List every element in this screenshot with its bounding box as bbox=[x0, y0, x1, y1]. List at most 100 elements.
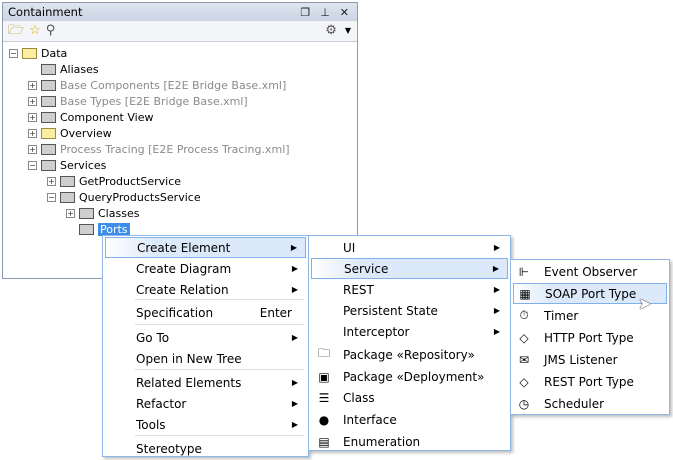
tree-node[interactable]: + Component View bbox=[28, 109, 153, 125]
menu-item-label: Open in New Tree bbox=[136, 351, 242, 366]
tree-node-label: Data bbox=[41, 46, 68, 60]
menu-item[interactable]: Persistent State ▶ bbox=[311, 300, 508, 321]
tree-node[interactable]: + Classes bbox=[66, 205, 139, 221]
submenu-arrow-icon: ▶ bbox=[291, 333, 298, 342]
menu-item[interactable]: Open in New Tree bbox=[105, 348, 306, 369]
expand-icon[interactable]: + bbox=[28, 112, 37, 122]
menu-item[interactable]: ● Interface bbox=[311, 409, 508, 430]
menu-item-label: Package «Repository» bbox=[343, 347, 475, 362]
submenu-arrow-icon: ▶ bbox=[291, 420, 298, 429]
menu-item[interactable]: UI ▶ bbox=[311, 237, 508, 258]
tree-node[interactable]: − QueryProductsService bbox=[47, 189, 201, 205]
menu-item[interactable]: Service ▶ bbox=[311, 258, 508, 279]
collapse-icon[interactable]: − bbox=[28, 160, 37, 170]
menu-item[interactable]: ◇ REST Port Type bbox=[513, 371, 667, 392]
menu-item[interactable]: Specification Enter bbox=[105, 302, 306, 323]
menu-item[interactable]: REST ▶ bbox=[311, 279, 508, 300]
create-element-submenu: UI ▶ Service ▶ REST ▶ Persistent State ▶ Interce… bbox=[308, 235, 511, 451]
menu-item[interactable]: ◷ Scheduler bbox=[513, 393, 667, 414]
menu-item[interactable]: ◇ HTTP Port Type bbox=[513, 327, 667, 348]
search-icon[interactable]: ⚲ bbox=[46, 24, 56, 38]
expand-icon[interactable]: + bbox=[28, 144, 37, 154]
folder-icon bbox=[41, 111, 56, 123]
tree-node-label: QueryProductsService bbox=[79, 190, 201, 204]
menu-item-label: Stereotype bbox=[136, 441, 202, 456]
dropdown-icon[interactable]: ▼ bbox=[345, 24, 351, 38]
menu-item[interactable]: Related Elements ▶ bbox=[105, 372, 306, 393]
folder-icon bbox=[79, 223, 94, 235]
menu-item[interactable]: ⊩ Event Observer bbox=[513, 261, 667, 282]
menu-item[interactable]: Create Relation ▶ bbox=[105, 279, 306, 300]
tree-node[interactable]: + Process Tracing [E2E Process Tracing.xm… bbox=[28, 141, 290, 157]
expand-icon[interactable]: + bbox=[28, 80, 37, 90]
service-submenu: ⊩ Event Observer ▦ SOAP Port Type ⏱ Timer ◇ HTT… bbox=[510, 259, 670, 415]
tree-node-label: Services bbox=[60, 158, 107, 172]
menu-item[interactable]: Create Element ▶ bbox=[105, 237, 306, 258]
menu-item-label: Package «Deployment» bbox=[343, 369, 485, 384]
menu-item[interactable]: Create Diagram ▶ bbox=[105, 258, 306, 279]
menu-item[interactable]: ✉ JMS Listener bbox=[513, 349, 667, 370]
menu-separator bbox=[135, 299, 304, 300]
open-folder-icon[interactable]: 🗁 bbox=[8, 24, 24, 38]
folder-icon bbox=[60, 175, 75, 187]
menu-item-label: SOAP Port Type bbox=[545, 286, 637, 301]
panel-title: Containment bbox=[8, 5, 83, 19]
menu-item-label: REST Port Type bbox=[544, 374, 634, 389]
timer-icon: ⏱ bbox=[519, 308, 529, 322]
http-port-type-icon: ◇ bbox=[519, 330, 529, 345]
tree-node[interactable]: − Services bbox=[28, 157, 106, 173]
submenu-arrow-icon: ▶ bbox=[493, 327, 500, 336]
submenu-arrow-icon: ▶ bbox=[291, 285, 298, 294]
menu-item-label: Scheduler bbox=[544, 396, 605, 411]
folder-icon bbox=[41, 79, 56, 91]
menu-item-label: Persistent State bbox=[343, 303, 438, 318]
folder-icon bbox=[41, 127, 56, 139]
tree-node-label: Process Tracing [E2E Process Tracing.xml… bbox=[60, 142, 290, 156]
menu-item[interactable]: ▤ Enumeration bbox=[311, 431, 508, 452]
submenu-arrow-icon: ▶ bbox=[493, 243, 500, 252]
tree-node-label: Base Types [E2E Bridge Base.xml] bbox=[60, 94, 248, 108]
submenu-arrow-icon: ▶ bbox=[291, 399, 298, 408]
close-icon[interactable]: ✕ bbox=[340, 6, 349, 19]
menu-item[interactable]: Stereotype bbox=[105, 438, 306, 459]
expand-icon[interactable]: + bbox=[28, 128, 37, 138]
collapse-icon[interactable]: − bbox=[9, 48, 18, 58]
menu-item[interactable]: ▣ Package «Deployment» bbox=[311, 366, 508, 387]
tree-node[interactable]: + Base Types [E2E Bridge Base.xml] bbox=[28, 93, 248, 109]
folder-icon bbox=[60, 191, 75, 203]
menu-item[interactable]: Tools ▶ bbox=[105, 414, 306, 435]
folder-icon bbox=[41, 63, 56, 75]
soap-port-type-icon: ▦ bbox=[519, 286, 531, 301]
tree-node[interactable]: + Base Components [E2E Bridge Base.xml] bbox=[28, 77, 286, 93]
menu-item-label: Interface bbox=[343, 412, 397, 427]
menu-item[interactable]: Refactor ▶ bbox=[105, 393, 306, 414]
menu-item-label: Tools bbox=[136, 417, 166, 432]
gear-icon[interactable]: ⚙ bbox=[325, 24, 337, 38]
expand-icon[interactable]: + bbox=[66, 208, 75, 218]
tree-node-label: Overview bbox=[60, 126, 112, 140]
pin-icon[interactable]: ⊥ bbox=[320, 6, 330, 19]
expand-icon[interactable]: + bbox=[28, 96, 37, 106]
menu-item[interactable]: 🗀 Package «Repository» bbox=[311, 344, 508, 365]
menu-item[interactable]: Interceptor ▶ bbox=[311, 321, 508, 342]
tree-node[interactable]: − Data bbox=[9, 45, 67, 61]
scheduler-icon: ◷ bbox=[518, 396, 530, 411]
star-icon[interactable]: ☆ bbox=[29, 24, 41, 38]
tree-node[interactable]: Aliases bbox=[28, 61, 99, 77]
collapse-icon[interactable]: − bbox=[47, 192, 56, 202]
menu-item-label: REST bbox=[343, 282, 374, 297]
tree-node[interactable]: + GetProductService bbox=[47, 173, 181, 189]
menu-item[interactable]: Go To ▶ bbox=[105, 327, 306, 348]
menu-item-label: Related Elements bbox=[136, 375, 242, 390]
menu-item-label: Enumeration bbox=[343, 434, 421, 449]
restore-icon[interactable]: ❐ bbox=[300, 6, 310, 19]
tree-node-label: Classes bbox=[98, 206, 140, 220]
folder-icon bbox=[79, 207, 94, 219]
panel-titlebar: Containment ❐ ⊥ ✕ bbox=[3, 3, 357, 21]
expand-icon[interactable]: + bbox=[47, 176, 56, 186]
menu-item-label: Specification bbox=[136, 305, 214, 320]
menu-separator bbox=[135, 369, 304, 370]
tree-node-label: Ports bbox=[98, 222, 130, 236]
menu-item[interactable]: ☰ Class bbox=[311, 387, 508, 408]
tree-node[interactable]: + Overview bbox=[28, 125, 112, 141]
